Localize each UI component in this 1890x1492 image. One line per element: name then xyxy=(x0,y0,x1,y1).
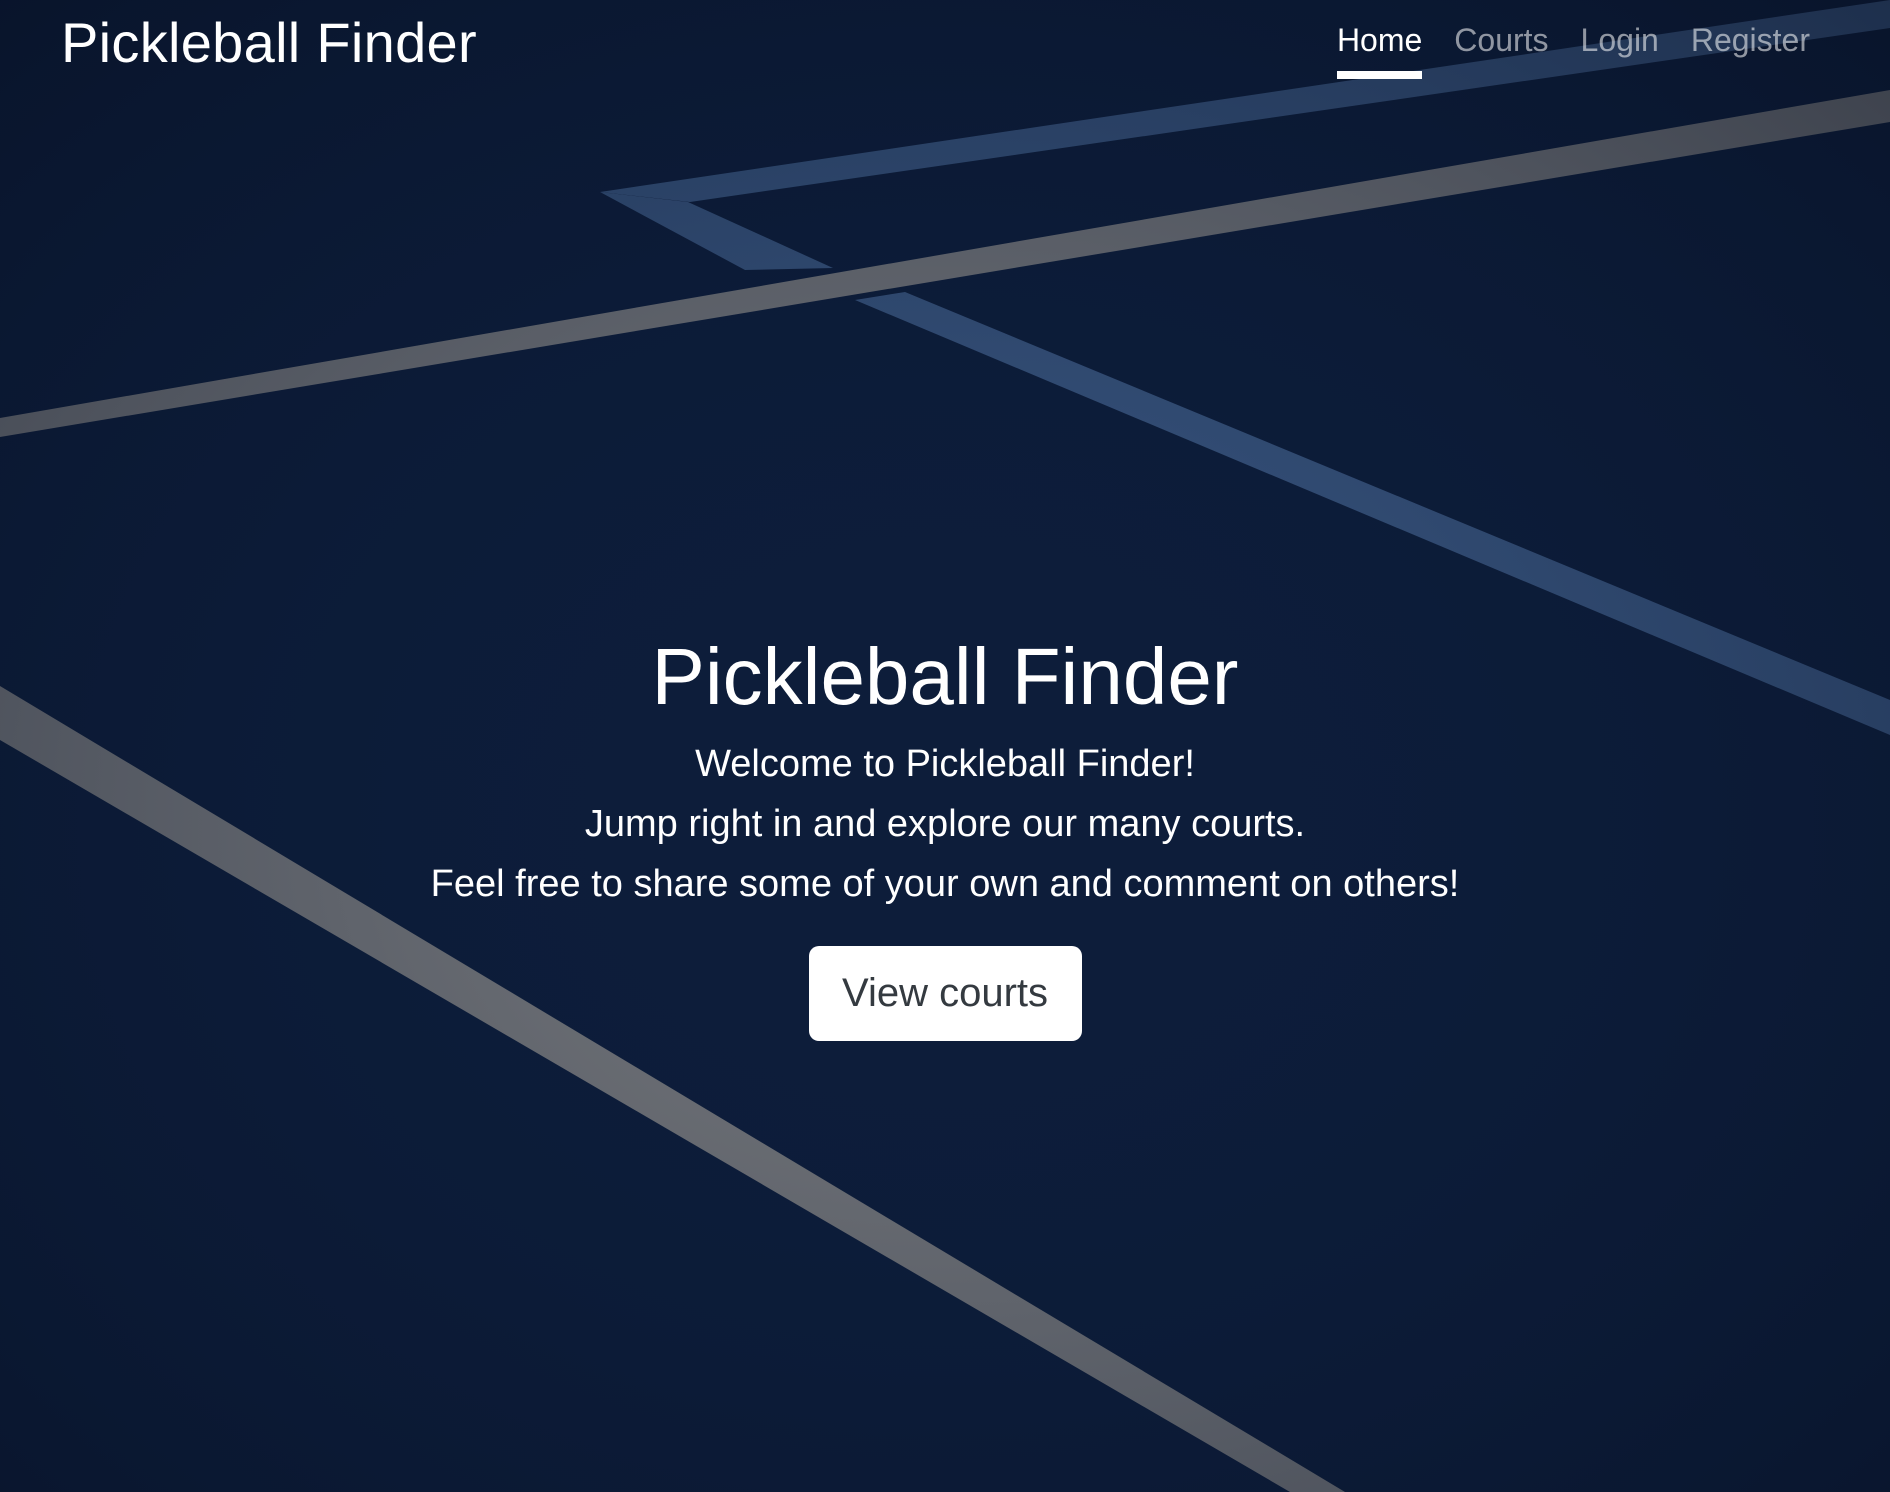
nav-login-link[interactable]: Login xyxy=(1581,22,1659,79)
hero-description: Welcome to Pickleball Finder! Jump right… xyxy=(0,734,1890,914)
navbar: Pickleball Finder Home Courts Login Regi… xyxy=(0,0,1890,110)
brand-logo-text[interactable]: Pickleball Finder xyxy=(61,10,477,75)
nav-links: Home Courts Login Register xyxy=(1336,22,1810,79)
hero-title: Pickleball Finder xyxy=(651,632,1239,721)
nav-register-link[interactable]: Register xyxy=(1691,22,1810,79)
hero-section: Pickleball Finder Welcome to Pickleball … xyxy=(0,628,1890,1041)
nav-home-link[interactable]: Home xyxy=(1336,22,1423,79)
hero-welcome-line: Welcome to Pickleball Finder! xyxy=(695,743,1195,785)
hero-share-line: Feel free to share some of your own and … xyxy=(430,863,1460,905)
hero-explore-line: Jump right in and explore our many court… xyxy=(584,803,1306,845)
view-courts-button[interactable]: View courts xyxy=(808,946,1082,1041)
nav-courts-link[interactable]: Courts xyxy=(1454,22,1548,79)
